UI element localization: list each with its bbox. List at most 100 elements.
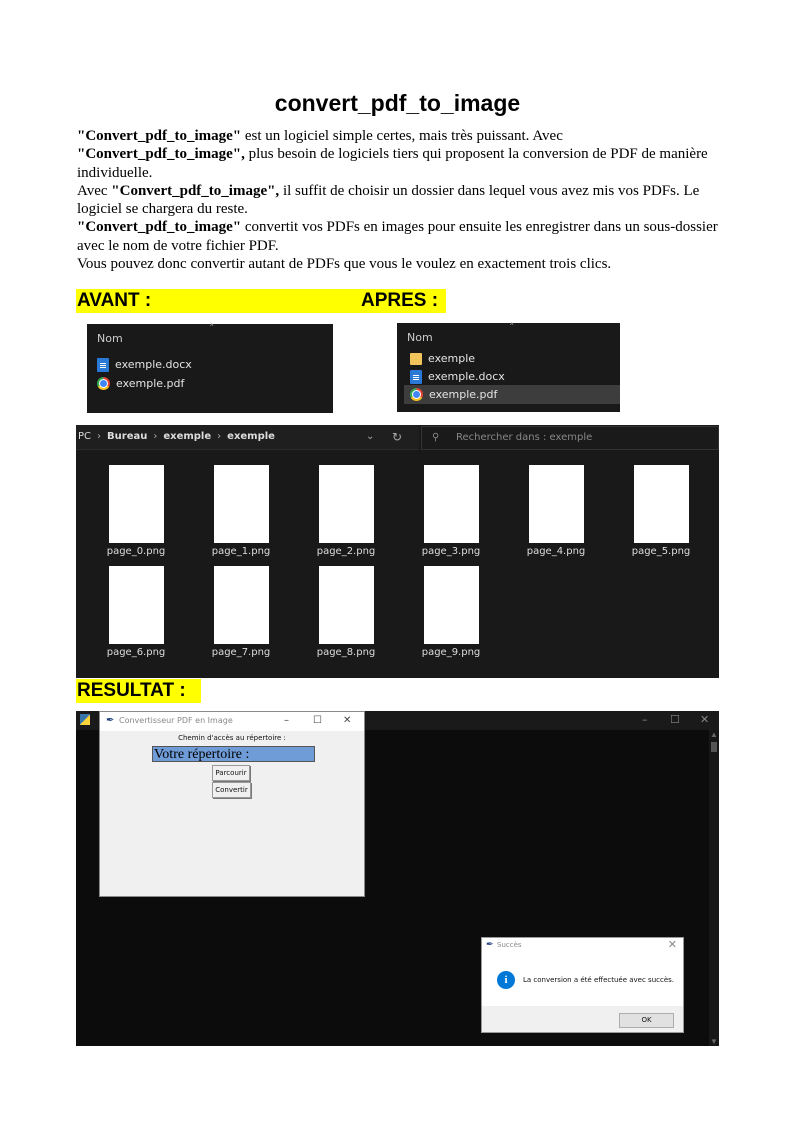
scrollbar-thumb[interactable] bbox=[711, 742, 717, 752]
column-header-name[interactable]: Nom bbox=[407, 331, 433, 344]
avant-label: AVANT : bbox=[77, 290, 152, 311]
chrome-pdf-icon bbox=[97, 377, 110, 390]
file-name: exemple.docx bbox=[115, 358, 192, 371]
info-icon: i bbox=[497, 971, 515, 989]
before-after-heading: AVANT : APRES : bbox=[76, 289, 446, 313]
file-name: exemple.docx bbox=[428, 370, 505, 383]
file-name[interactable]: page_1.png bbox=[196, 546, 286, 557]
file-row[interactable]: exemple bbox=[410, 350, 475, 367]
word-doc-icon bbox=[97, 357, 109, 372]
sort-caret-icon: ˄ bbox=[209, 322, 215, 335]
column-header-name[interactable]: Nom bbox=[97, 332, 123, 345]
image-thumbnail[interactable] bbox=[634, 465, 689, 543]
image-thumbnail[interactable] bbox=[214, 566, 269, 644]
product-name: "Convert_pdf_to_image" bbox=[77, 128, 242, 144]
file-name[interactable]: page_2.png bbox=[301, 546, 391, 557]
intro-paragraph-1: "Convert_pdf_to_image" est un logiciel s… bbox=[77, 127, 722, 145]
tk-feather-icon: ✒ bbox=[486, 940, 494, 950]
breadcrumb-item[interactable]: Bureau bbox=[107, 431, 147, 442]
scrollbar[interactable]: ▲ ▼ bbox=[709, 730, 719, 1046]
word-doc-icon bbox=[410, 369, 422, 384]
image-thumbnail[interactable] bbox=[319, 465, 374, 543]
directory-input[interactable]: Votre répertoire : bbox=[152, 746, 315, 762]
image-thumbnail[interactable] bbox=[109, 465, 164, 543]
intro-text-span: Avec bbox=[77, 182, 112, 199]
intro-paragraph-4: "Convert_pdf_to_image" convertit vos PDF… bbox=[77, 218, 722, 255]
sort-caret-icon: ˄ bbox=[509, 321, 515, 334]
chrome-pdf-icon bbox=[410, 388, 423, 401]
image-thumbnail[interactable] bbox=[424, 465, 479, 543]
search-placeholder: Rechercher dans : exemple bbox=[456, 432, 593, 443]
convert-button[interactable]: Convertir bbox=[212, 782, 251, 798]
image-thumbnail[interactable] bbox=[529, 465, 584, 543]
app-titlebar: ✒ Convertisseur PDF en Image – ☐ ✕ bbox=[100, 712, 364, 731]
breadcrumb-item[interactable]: exemple bbox=[163, 431, 211, 442]
scroll-up-icon[interactable]: ▲ bbox=[710, 730, 718, 739]
converter-app-window: ✒ Convertisseur PDF en Image – ☐ ✕ Chemi… bbox=[99, 711, 365, 897]
product-name: "Convert_pdf_to_image", bbox=[111, 182, 280, 199]
page-title: convert_pdf_to_image bbox=[274, 90, 521, 116]
chevron-down-icon[interactable]: ⌄ bbox=[366, 425, 374, 449]
file-row-selected[interactable]: exemple.pdf bbox=[410, 386, 497, 403]
before-explorer: ˄ Nom exemple.docx exemple.pdf bbox=[87, 322, 333, 413]
close-icon[interactable]: ✕ bbox=[343, 715, 351, 726]
app-title: Convertisseur PDF en Image bbox=[119, 716, 233, 725]
intro-paragraph-3: Avec "Convert_pdf_to_image", il suffit d… bbox=[77, 182, 722, 219]
maximize-icon[interactable]: ☐ bbox=[670, 713, 680, 726]
file-name[interactable]: page_5.png bbox=[616, 546, 706, 557]
intro-text: "Convert_pdf_to_image" est un logiciel s… bbox=[77, 127, 722, 273]
close-icon[interactable]: ✕ bbox=[668, 938, 677, 951]
image-thumbnail[interactable] bbox=[424, 566, 479, 644]
dialog-titlebar: ✒ Succès ✕ bbox=[482, 938, 683, 954]
image-thumbnail[interactable] bbox=[109, 566, 164, 644]
ok-button[interactable]: OK bbox=[619, 1013, 674, 1028]
chevron-right-icon: › bbox=[153, 431, 158, 442]
dialog-title: Succès bbox=[497, 941, 522, 949]
after-explorer: ˄ Nom exemple exemple.docx exemple.pdf bbox=[397, 321, 620, 412]
folder-icon bbox=[410, 352, 422, 365]
file-name: exemple.pdf bbox=[429, 388, 498, 401]
image-thumbnail[interactable] bbox=[319, 566, 374, 644]
file-name[interactable]: page_4.png bbox=[511, 546, 601, 557]
path-label: Chemin d'accès au répertoire : bbox=[178, 734, 286, 742]
file-name: exemple bbox=[428, 352, 476, 365]
search-icon: ⚲ bbox=[432, 432, 440, 443]
product-name: "Convert_pdf_to_image" bbox=[77, 219, 242, 236]
breadcrumb-item[interactable]: PC bbox=[78, 431, 91, 442]
file-name[interactable]: page_0.png bbox=[91, 546, 181, 557]
file-row[interactable]: exemple.docx bbox=[97, 356, 192, 373]
tk-feather-icon: ✒ bbox=[106, 715, 115, 726]
minimize-icon[interactable]: – bbox=[284, 715, 289, 726]
file-row[interactable]: exemple.docx bbox=[410, 368, 505, 385]
browse-button[interactable]: Parcourir bbox=[212, 765, 250, 781]
image-thumbnail[interactable] bbox=[214, 465, 269, 543]
file-name[interactable]: page_9.png bbox=[406, 647, 496, 658]
success-dialog: ✒ Succès ✕ i La conversion a été effectu… bbox=[481, 937, 684, 1033]
file-name[interactable]: page_6.png bbox=[91, 647, 181, 658]
intro-paragraph-5: Vous pouvez donc convertir autant de PDF… bbox=[77, 256, 612, 273]
output-folder-explorer: PC › Bureau › exemple › exemple ⌄ ↻ ⚲ Recherch… bbox=[76, 425, 719, 678]
refresh-icon[interactable]: ↻ bbox=[392, 425, 402, 449]
scroll-down-icon[interactable]: ▼ bbox=[710, 1037, 718, 1046]
intro-paragraph-2: "Convert_pdf_to_image", plus besoin de l… bbox=[77, 145, 722, 182]
dialog-message: La conversion a été effectuée avec succè… bbox=[523, 976, 675, 984]
breadcrumb-item[interactable]: exemple bbox=[227, 431, 275, 442]
chevron-right-icon: › bbox=[97, 431, 102, 442]
file-name[interactable]: page_8.png bbox=[301, 647, 391, 658]
file-name: exemple.pdf bbox=[116, 377, 185, 390]
address-bar[interactable]: PC › Bureau › exemple › exemple ⌄ ↻ bbox=[76, 425, 419, 450]
minimize-icon[interactable]: – bbox=[642, 713, 648, 726]
close-icon[interactable]: ✕ bbox=[700, 713, 709, 726]
file-row[interactable]: exemple.pdf bbox=[97, 375, 184, 392]
chevron-right-icon: › bbox=[217, 431, 222, 442]
apres-label: APRES : bbox=[361, 290, 439, 311]
product-name: "Convert_pdf_to_image", bbox=[77, 146, 245, 163]
breadcrumb: PC › Bureau › exemple › exemple bbox=[78, 425, 275, 449]
maximize-icon[interactable]: ☐ bbox=[313, 715, 322, 726]
file-name[interactable]: page_7.png bbox=[196, 647, 286, 658]
search-input[interactable]: ⚲ Rechercher dans : exemple bbox=[421, 426, 719, 450]
intro-text-span: est un logiciel simple certes, mais très… bbox=[241, 128, 563, 144]
python-icon bbox=[80, 714, 90, 725]
resultat-label: RESULTAT : bbox=[76, 679, 201, 703]
file-name[interactable]: page_3.png bbox=[406, 546, 496, 557]
